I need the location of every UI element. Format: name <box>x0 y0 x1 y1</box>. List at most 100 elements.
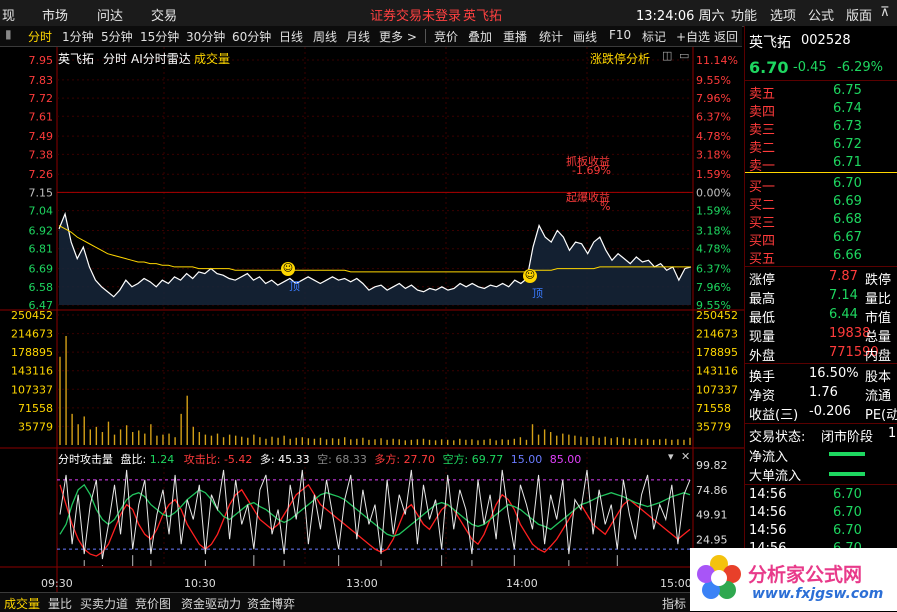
stat-label-secondary: 流通 <box>865 389 892 404</box>
indicator-tick-right: 99.82 <box>696 459 728 472</box>
tool-draw[interactable]: 画线 <box>573 28 597 45</box>
stat-value: -0.206 <box>809 404 851 419</box>
price-tick-left: 7.38 <box>29 148 54 161</box>
volume-tick-left: 143116 <box>11 365 53 378</box>
stat-label-secondary: 内盘 <box>865 349 892 364</box>
quote-panel: 英飞拓 002528 6.70 -0.45 -6.29% 交易状态: 闭市阶段 … <box>744 26 897 586</box>
bid-level-label: 买四 <box>749 234 776 249</box>
stat-attack: -5.42 <box>223 453 253 466</box>
ask-level-label: 卖一 <box>749 159 776 174</box>
collapse-icon[interactable]: ⊼ <box>880 5 890 20</box>
ask-level-price: 6.73 <box>833 119 862 134</box>
tab-auction-chart[interactable]: 竞价图 <box>135 595 171 612</box>
caret-left-icon[interactable]: ▮ <box>5 27 12 41</box>
indicator-series-line <box>59 483 691 557</box>
chart-label-ai-radar[interactable]: AI分时雷达 <box>131 50 191 67</box>
quote-stock-code: 002528 <box>801 33 851 48</box>
panel-close-icon[interactable]: ▭ <box>679 49 689 62</box>
indicator-collapse-icon[interactable]: ▾ <box>668 450 674 463</box>
indicator-tick-right: 24.95 <box>696 533 728 546</box>
tab-15min[interactable]: 15分钟 <box>140 28 179 45</box>
clock: 13:24:06 周六 <box>636 9 725 24</box>
menu-bar: 现 市场 问达 交易 证券交易未登录 英飞拓 13:24:06 周六 功能 选项… <box>0 0 897 27</box>
quote-price: 6.70 <box>749 58 789 77</box>
tab-daily[interactable]: 日线 <box>279 28 303 45</box>
bid-level-label: 买三 <box>749 216 776 231</box>
limit-analysis-button[interactable]: 涨跌停分析 <box>590 50 650 67</box>
menu-options[interactable]: 选项 <box>770 5 796 24</box>
price-tick-left: 7.61 <box>29 110 54 123</box>
price-tick-right: 0.00% <box>696 186 731 199</box>
stat-panbi: 1.24 <box>149 453 175 466</box>
logo-url: www.fxjgsw.com <box>752 586 884 602</box>
indicator-title[interactable]: 分时攻击量 <box>58 453 113 466</box>
stat-kong: 68.33 <box>335 453 367 466</box>
menu-item-trade[interactable]: 交易 <box>151 5 177 24</box>
menu-item-wenda[interactable]: 问达 <box>97 5 123 24</box>
tab-5min[interactable]: 5分钟 <box>101 28 133 45</box>
panel-toggle-icon[interactable]: ◫ <box>662 49 672 62</box>
stat-value: 6.44 <box>829 307 858 322</box>
tab-60min[interactable]: 60分钟 <box>232 28 271 45</box>
volume-tick-left: 107337 <box>11 383 53 396</box>
tab-volume-ratio[interactable]: 量比 <box>48 595 72 612</box>
tab-monthly[interactable]: 月线 <box>346 28 370 45</box>
trade-status-tail: 1! <box>888 426 897 441</box>
menu-layout[interactable]: 版面 <box>846 5 872 24</box>
tab-1min[interactable]: 1分钟 <box>62 28 94 45</box>
ask-level-label: 卖三 <box>749 123 776 138</box>
tool-replay[interactable]: 重播 <box>503 28 527 45</box>
tab-buy-sell-power[interactable]: 买卖力道 <box>80 595 128 612</box>
volume-tick-right: 214673 <box>696 328 738 341</box>
menu-item-current[interactable]: 现 <box>2 5 15 24</box>
menu-function[interactable]: 功能 <box>731 5 757 24</box>
login-notice[interactable]: 证券交易未登录 <box>370 5 461 24</box>
time-axis-label: 15:00 <box>660 577 692 590</box>
price-tick-right: 6.37% <box>696 110 731 123</box>
tick-time: 14:56 <box>749 523 787 538</box>
tab-30min[interactable]: 30分钟 <box>186 28 225 45</box>
smiley-signal-icon[interactable]: ☺ <box>523 269 537 283</box>
indicator-tick-right: 49.91 <box>696 509 728 522</box>
tool-stats[interactable]: 统计 <box>539 28 563 45</box>
volume-tick-right: 71558 <box>696 402 731 415</box>
bid-level-price: 6.69 <box>833 194 862 209</box>
tab-indicator[interactable]: 指标 <box>662 595 686 612</box>
tool-auction[interactable]: 竞价 <box>434 28 458 45</box>
tab-volume[interactable]: 成交量 <box>4 595 40 612</box>
volume-tick-right: 178895 <box>696 346 738 359</box>
stat-label-secondary: PE(动 <box>865 408 897 423</box>
tool-back[interactable]: 返回 <box>714 28 738 45</box>
menu-formula[interactable]: 公式 <box>808 5 834 24</box>
stat-kongfang-label: 空方: <box>442 453 469 466</box>
chart-label-volume[interactable]: 成交量 <box>194 50 230 67</box>
indicator-close-icon[interactable]: ✕ <box>681 450 690 463</box>
bid-level-label: 买五 <box>749 252 776 267</box>
tab-capital-game[interactable]: 资金博弈 <box>247 595 295 612</box>
stat-label-secondary: 市值 <box>865 311 892 326</box>
stat-ref-low: 15.00 <box>510 453 543 466</box>
price-tick-right: 1.59% <box>696 205 731 218</box>
tool-add-watchlist[interactable]: +自选 <box>676 28 710 45</box>
stat-label-secondary: 股本 <box>865 370 892 385</box>
tab-fenshi[interactable]: 分时 <box>28 28 52 45</box>
smiley-signal-icon[interactable]: ☺ <box>281 262 295 276</box>
price-tick-right: 11.14% <box>696 54 738 67</box>
tab-weekly[interactable]: 周线 <box>313 28 337 45</box>
intraday-chart[interactable]: 7.95 11.14% 7.83 9.55% 7.72 7.96% 7.61 6.37% 7.4… <box>0 47 744 592</box>
ask-level-label: 卖二 <box>749 141 776 156</box>
big-inflow-bar <box>829 472 865 476</box>
price-tick-left: 7.72 <box>29 92 54 105</box>
volume-tick-left: 178895 <box>11 346 53 359</box>
tool-overlay[interactable]: 叠加 <box>468 28 492 45</box>
tab-capital-drive[interactable]: 资金驱动力 <box>181 595 241 612</box>
tool-f10[interactable]: F10 <box>609 28 631 42</box>
price-tick-left: 7.83 <box>29 74 54 87</box>
stat-ref-high: 85.00 <box>549 453 582 466</box>
stat-label: 外盘 <box>749 349 776 364</box>
menu-item-market[interactable]: 市场 <box>42 5 68 24</box>
tab-more[interactable]: 更多 > <box>379 28 417 45</box>
tool-mark[interactable]: 标记 <box>642 28 666 45</box>
price-tick-left: 7.26 <box>29 168 54 181</box>
tick-price: 6.70 <box>833 505 862 520</box>
